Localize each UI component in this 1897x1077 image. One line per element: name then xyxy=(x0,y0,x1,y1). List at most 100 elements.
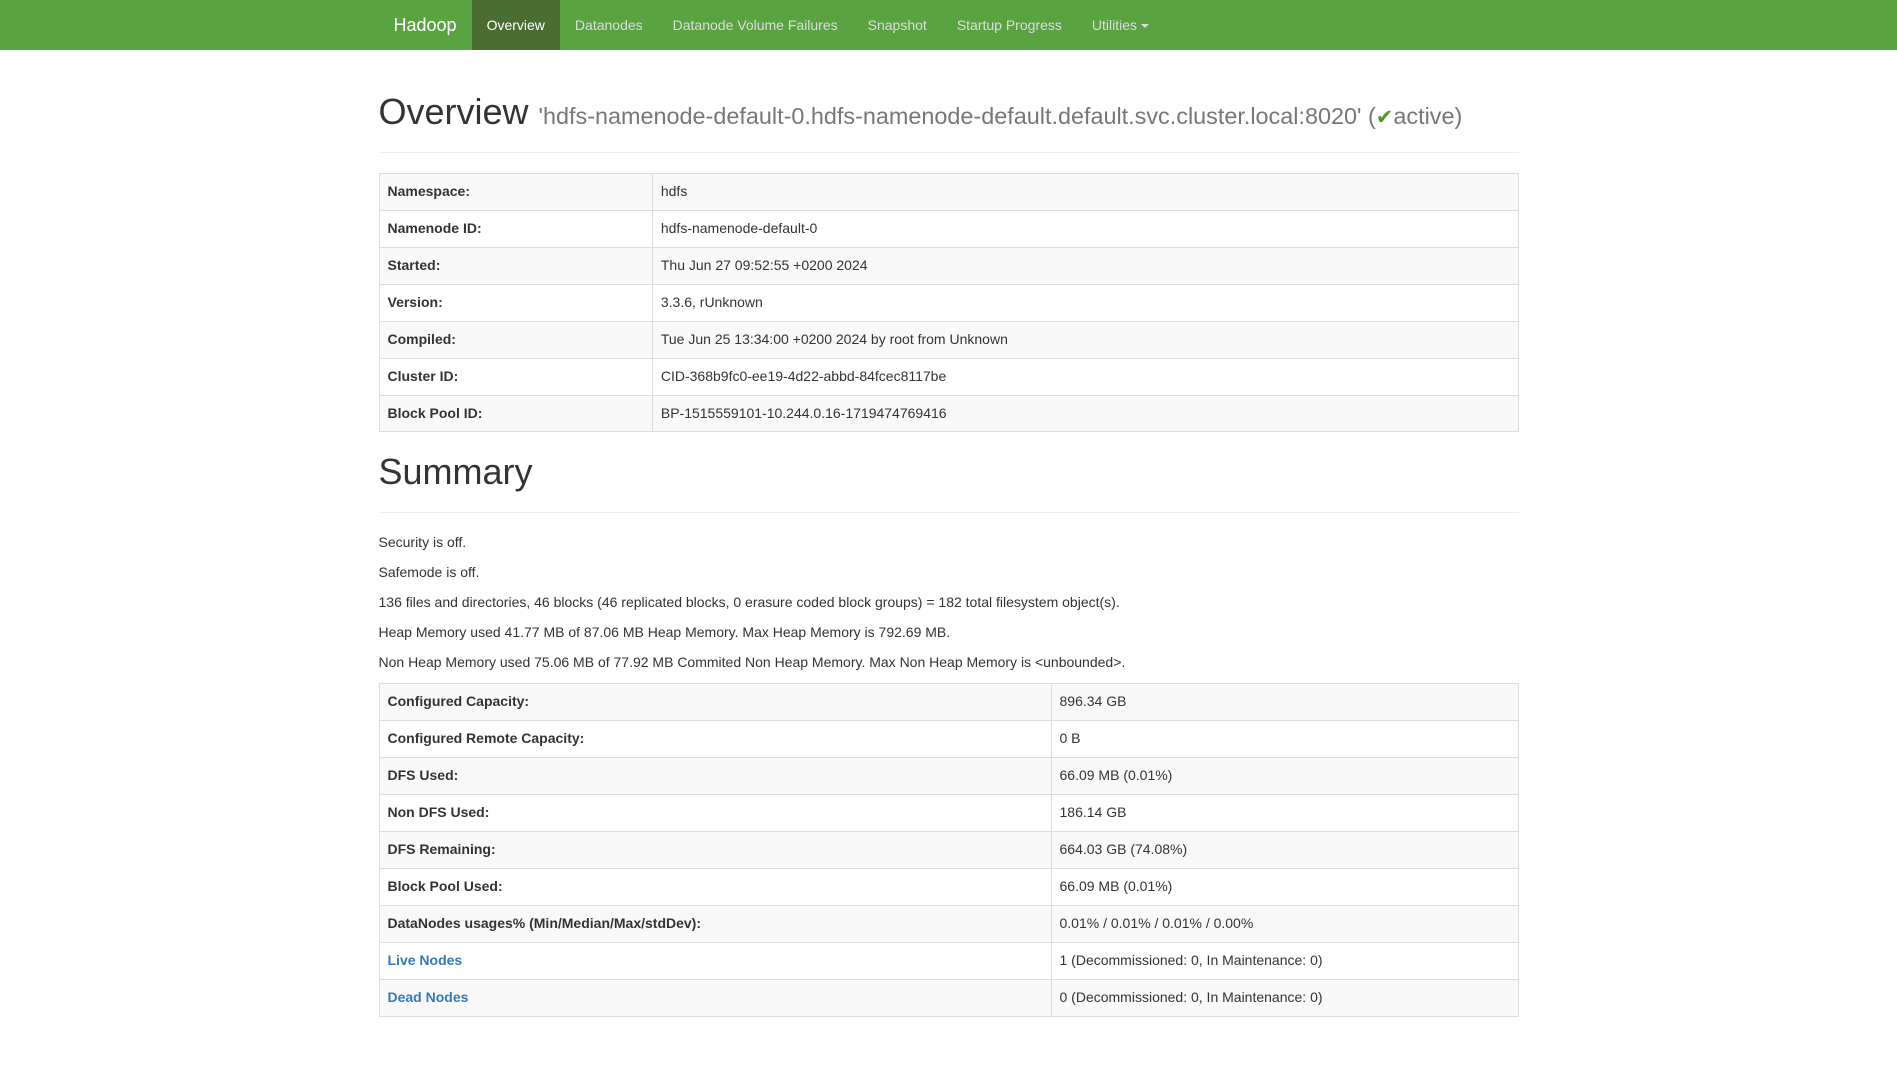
navbar-menu: Overview Datanodes Datanode Volume Failure… xyxy=(472,0,1164,50)
summary-paragraph: Security is off. xyxy=(379,533,1519,553)
row-label-cell: Block Pool ID: xyxy=(379,395,652,432)
row-label: Namespace: xyxy=(388,183,471,199)
page-subtitle: 'hdfs-namenode-default-0.hdfs-namenode-d… xyxy=(539,103,1463,129)
table-row-namenode-id: Namenode ID: hdfs-namenode-default-0 xyxy=(379,210,1518,247)
row-label-cell: Live Nodes xyxy=(379,942,1051,979)
summary-paragraph: Non Heap Memory used 75.06 MB of 77.92 M… xyxy=(379,653,1519,673)
navbar-brand[interactable]: Hadoop xyxy=(379,0,472,50)
table-row-dead-nodes: Dead Nodes 0 (Decommissioned: 0, In Maint… xyxy=(379,979,1518,1016)
row-label-cell: Block Pool Used: xyxy=(379,868,1051,905)
row-label: Namenode ID: xyxy=(388,220,482,236)
row-label-cell: DataNodes usages% (Min/Median/Max/stdDev… xyxy=(379,905,1051,942)
summary-paragraph: Safemode is off. xyxy=(379,563,1519,583)
nav-link-label: Utilities xyxy=(1092,17,1137,33)
nav-link-label: Snapshot xyxy=(868,17,927,33)
nav-link-overview[interactable]: Overview xyxy=(472,0,560,50)
status-label: active xyxy=(1393,103,1454,129)
row-label-cell: Compiled: xyxy=(379,321,652,358)
status-close-paren: ) xyxy=(1455,103,1463,129)
row-value: 664.03 GB (74.08%) xyxy=(1051,831,1518,868)
row-value: 896.34 GB xyxy=(1051,684,1518,721)
row-label: Configured Capacity: xyxy=(388,693,530,709)
row-label: Version: xyxy=(388,294,443,310)
row-value: CID-368b9fc0-ee19-4d22-abbd-84fcec8117be xyxy=(652,358,1518,395)
live-nodes-link[interactable]: Live Nodes xyxy=(388,952,463,968)
nav-link-snapshot[interactable]: Snapshot xyxy=(853,0,942,50)
caret-down-icon xyxy=(1141,24,1149,28)
page-title: Overview 'hdfs-namenode-default-0.hdfs-n… xyxy=(379,92,1519,132)
row-label-cell: Namespace: xyxy=(379,173,652,210)
row-label: Non DFS Used: xyxy=(388,804,490,820)
row-value: 66.09 MB (0.01%) xyxy=(1051,757,1518,794)
nav-item-datanode-volume-failures: Datanode Volume Failures xyxy=(658,0,853,50)
status-badge: (✔active) xyxy=(1368,103,1462,129)
row-label-cell: Dead Nodes xyxy=(379,979,1051,1016)
row-label: Configured Remote Capacity: xyxy=(388,730,585,746)
row-label-cell: Configured Capacity: xyxy=(379,684,1051,721)
divider xyxy=(379,512,1519,513)
nav-link-label: Overview xyxy=(487,17,545,33)
row-label: Compiled: xyxy=(388,331,456,347)
row-label-cell: Cluster ID: xyxy=(379,358,652,395)
summary-paragraph: Heap Memory used 41.77 MB of 87.06 MB He… xyxy=(379,623,1519,643)
row-value: hdfs-namenode-default-0 xyxy=(652,210,1518,247)
row-value: 0 B xyxy=(1051,720,1518,757)
status-open-paren: ( xyxy=(1368,103,1376,129)
table-row-version: Version: 3.3.6, rUnknown xyxy=(379,284,1518,321)
page-content: Overview 'hdfs-namenode-default-0.hdfs-n… xyxy=(364,92,1534,1017)
navbar: Hadoop Overview Datanodes Datanode Volume … xyxy=(0,0,1897,50)
dead-nodes-link[interactable]: Dead Nodes xyxy=(388,989,469,1005)
nav-item-snapshot: Snapshot xyxy=(853,0,942,50)
active-check-icon: ✔ xyxy=(1376,106,1394,129)
page-title-text: Overview xyxy=(379,91,529,132)
table-row-started: Started:Thu Jun 27 09:52:55 +0200 2024 xyxy=(379,247,1518,284)
table-row-datanodes-usages-min-median-max-stddev: DataNodes usages% (Min/Median/Max/stdDev… xyxy=(379,905,1518,942)
row-value: 3.3.6, rUnknown xyxy=(652,284,1518,321)
row-label-cell: Namenode ID: xyxy=(379,210,652,247)
row-label: Started: xyxy=(388,257,441,273)
table-row-cluster-id: Cluster ID: CID-368b9fc0-ee19-4d22-abbd-8… xyxy=(379,358,1518,395)
nav-link-label: Datanode Volume Failures xyxy=(673,17,838,33)
row-label: DFS Used: xyxy=(388,767,459,783)
nav-item-datanodes: Datanodes xyxy=(560,0,658,50)
row-label: DFS Remaining: xyxy=(388,841,496,857)
namenode-address: 'hdfs-namenode-default-0.hdfs-namenode-d… xyxy=(539,103,1362,129)
nav-link-utilities[interactable]: Utilities xyxy=(1077,0,1164,50)
table-row-block-pool-used: Block Pool Used: 66.09 MB (0.01%) xyxy=(379,868,1518,905)
table-row-block-pool-id: Block Pool ID:BP-1515559101-10.244.0.16-… xyxy=(379,395,1518,432)
row-label: Block Pool ID: xyxy=(388,405,483,421)
summary-paragraph: 136 files and directories, 46 blocks (46… xyxy=(379,593,1519,613)
summary-table: Configured Capacity:896.34 GBConfigured … xyxy=(379,683,1519,1017)
row-value: 0 (Decommissioned: 0, In Maintenance: 0) xyxy=(1051,979,1518,1016)
divider xyxy=(379,152,1519,153)
table-row-compiled: Compiled: Tue Jun 25 13:34:00 +0200 2024 … xyxy=(379,321,1518,358)
table-row-live-nodes: Live Nodes 1 (Decommissioned: 0, In Maint… xyxy=(379,942,1518,979)
row-label: DataNodes usages% (Min/Median/Max/stdDev… xyxy=(388,915,702,931)
row-value: hdfs xyxy=(652,173,1518,210)
row-label-cell: Non DFS Used: xyxy=(379,794,1051,831)
nav-item-overview: Overview xyxy=(472,0,560,50)
nav-link-datanode-volume-failures[interactable]: Datanode Volume Failures xyxy=(658,0,853,50)
nav-link-label: Datanodes xyxy=(575,17,643,33)
row-value: 1 (Decommissioned: 0, In Maintenance: 0) xyxy=(1051,942,1518,979)
row-value: 66.09 MB (0.01%) xyxy=(1051,868,1518,905)
nav-link-startup-progress[interactable]: Startup Progress xyxy=(942,0,1077,50)
namenode-info-table: Namespace: hdfs Namenode ID: hdfs-namenode-… xyxy=(379,173,1519,433)
table-row-namespace: Namespace: hdfs xyxy=(379,173,1518,210)
table-row-configured-remote-capacity: Configured Remote Capacity: 0 B xyxy=(379,720,1518,757)
nav-link-datanodes[interactable]: Datanodes xyxy=(560,0,658,50)
nav-item-utilities: Utilities xyxy=(1077,0,1164,50)
table-row-dfs-used: DFS Used: 66.09 MB (0.01%) xyxy=(379,757,1518,794)
row-label-cell: DFS Remaining: xyxy=(379,831,1051,868)
summary-text-block: Security is off. Safemode is off. 136 file… xyxy=(379,533,1519,673)
table-row-dfs-remaining: DFS Remaining: 664.03 GB (74.08%) xyxy=(379,831,1518,868)
row-label: Cluster ID: xyxy=(388,368,459,384)
row-label-cell: DFS Used: xyxy=(379,757,1051,794)
table-row-non-dfs-used: Non DFS Used: 186.14 GB xyxy=(379,794,1518,831)
row-value: Tue Jun 25 13:34:00 +0200 2024 by root f… xyxy=(652,321,1518,358)
row-label-cell: Configured Remote Capacity: xyxy=(379,720,1051,757)
row-value: 186.14 GB xyxy=(1051,794,1518,831)
nav-item-startup-progress: Startup Progress xyxy=(942,0,1077,50)
table-row-configured-capacity: Configured Capacity: 896.34 GB xyxy=(379,684,1518,721)
row-label: Block Pool Used: xyxy=(388,878,503,894)
